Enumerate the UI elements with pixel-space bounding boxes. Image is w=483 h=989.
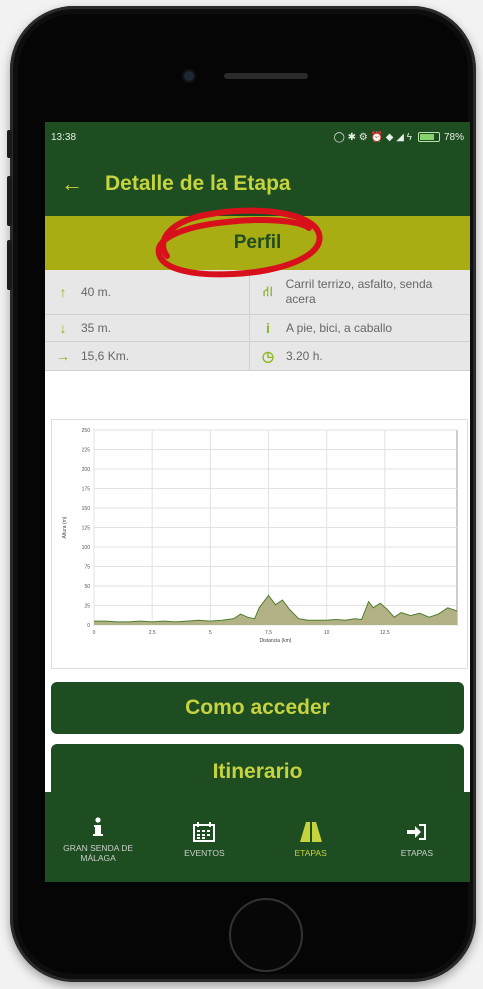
- y-tick-label: 75: [84, 565, 90, 571]
- y-axis-label: Altura (m): [62, 516, 68, 538]
- y-tick-label: 150: [82, 506, 91, 512]
- como-acceder-button[interactable]: Como acceder: [51, 682, 464, 734]
- status-icons: ◯ ✱ ⚙ ⏰ ◆ ◢ ϟ 78%: [334, 132, 464, 143]
- arrow-left-icon[interactable]: ←: [61, 171, 83, 197]
- duration-cell: ◷ 3.20 h.: [250, 342, 470, 370]
- distance-value: 15,6 Km.: [81, 349, 130, 363]
- login-icon: [405, 816, 429, 848]
- road-icon: ⛙: [262, 282, 273, 299]
- arrow-up-icon: ↑: [59, 284, 67, 300]
- clock-icon: ◷: [261, 347, 275, 364]
- y-tick-label: 200: [82, 467, 91, 473]
- y-tick-label: 125: [82, 526, 91, 532]
- info-row: ↓ 35 m. i A pie, bici, a caballo: [45, 315, 470, 342]
- ascent-cell: ↑ 40 m.: [45, 270, 250, 314]
- side-button-volume-down: [7, 240, 12, 290]
- status-bar: 13:38 ◯ ✱ ⚙ ⏰ ◆ ◢ ϟ 78%: [45, 122, 470, 152]
- y-tick-label: 100: [82, 545, 91, 551]
- battery-icon: [417, 132, 440, 142]
- x-tick-label: 7.5: [265, 630, 272, 636]
- y-tick-label: 175: [82, 487, 91, 493]
- arrow-right-icon: →: [56, 348, 70, 364]
- x-tick-label: 5: [209, 630, 212, 636]
- modes-value: A pie, bici, a caballo: [286, 321, 393, 335]
- nav-label: EVENTOS: [184, 848, 225, 858]
- x-tick-label: 12.5: [380, 630, 390, 636]
- descent-cell: ↓ 35 m.: [45, 315, 250, 341]
- battery-percent: 78%: [443, 131, 464, 143]
- battery-fill: [419, 134, 435, 140]
- nav-label: GRAN SENDA DE MÁLAGA: [63, 843, 134, 863]
- road-icon: [299, 816, 323, 848]
- surface-value: Carril terrizo, asfalto, senda acera: [285, 277, 433, 306]
- x-axis-label: Distancia (km): [260, 638, 292, 644]
- nav-item-etapas-login[interactable]: ETAPAS: [364, 792, 470, 882]
- elevation-chart: 0 25 50 75 100 125 150 175 200 225 250 0 2.5 5 7.5 10 12…: [62, 428, 458, 644]
- descent-value: 35 m.: [81, 321, 112, 335]
- section-header: Perfil: [45, 207, 470, 278]
- nav-item-etapas[interactable]: ETAPAS: [258, 792, 364, 882]
- nav-item-eventos[interactable]: EVENTOS: [151, 792, 257, 882]
- chart-frame: 0 25 50 75 100 125 150 175 200 225 250 0 2.5 5 7.5 10 12…: [51, 419, 468, 669]
- bottom-navigation: GRAN SENDA DE MÁLAGA EVENTOS ETAPAS ETAP…: [45, 792, 470, 882]
- y-tick-label: 0: [87, 623, 90, 629]
- x-tick-label: 2.5: [149, 630, 156, 636]
- duration-value: 3.20 h.: [286, 349, 323, 363]
- info-row: ↑ 40 m. ⛙ Carril terrizo, asfalto, senda…: [45, 270, 470, 315]
- nav-label: ETAPAS: [400, 848, 434, 858]
- side-button-volume-up: [7, 176, 12, 226]
- info-row: → 15,6 Km. ◷ 3.20 h.: [45, 342, 470, 371]
- distance-cell: → 15,6 Km.: [45, 342, 250, 370]
- calendar-icon: [193, 816, 216, 848]
- status-system-icons: ◯ ✱ ⚙ ⏰ ◆ ◢ ϟ: [333, 131, 412, 143]
- nav-label: ETAPAS: [294, 848, 327, 858]
- earpiece-speaker: [224, 73, 308, 79]
- arrow-down-icon: ↓: [59, 320, 67, 336]
- modes-cell: i A pie, bici, a caballo: [250, 315, 470, 341]
- home-button[interactable]: [229, 898, 303, 972]
- app-bar: ← Detalle de la Etapa: [45, 152, 470, 216]
- status-time: 13:38: [51, 131, 77, 143]
- y-tick-label: 250: [82, 428, 91, 434]
- stage-info-table: ↑ 40 m. ⛙ Carril terrizo, asfalto, senda…: [45, 270, 470, 371]
- app-screen: 13:38 ◯ ✱ ⚙ ⏰ ◆ ◢ ϟ 78% ← Detalle de la …: [45, 122, 470, 882]
- section-title: Perfil: [233, 232, 282, 253]
- x-tick-label: 0: [93, 630, 96, 636]
- info-icon: [91, 811, 105, 843]
- elevation-profile: 0 25 50 75 100 125 150 175 200 225 250 0 2.5 5 7.5 10 12…: [45, 404, 470, 674]
- y-tick-label: 50: [84, 584, 90, 590]
- front-camera: [184, 71, 194, 81]
- y-tick-label: 25: [84, 604, 90, 610]
- y-tick-label: 225: [82, 448, 91, 454]
- surface-cell: ⛙ Carril terrizo, asfalto, senda acera: [250, 270, 470, 314]
- side-button-silent: [7, 130, 12, 158]
- info-icon: i: [266, 320, 270, 336]
- ascent-value: 40 m.: [81, 285, 112, 299]
- nav-item-gran-senda[interactable]: GRAN SENDA DE MÁLAGA: [45, 792, 151, 882]
- x-tick-label: 10: [324, 630, 330, 636]
- page-title: Detalle de la Etapa: [105, 172, 291, 195]
